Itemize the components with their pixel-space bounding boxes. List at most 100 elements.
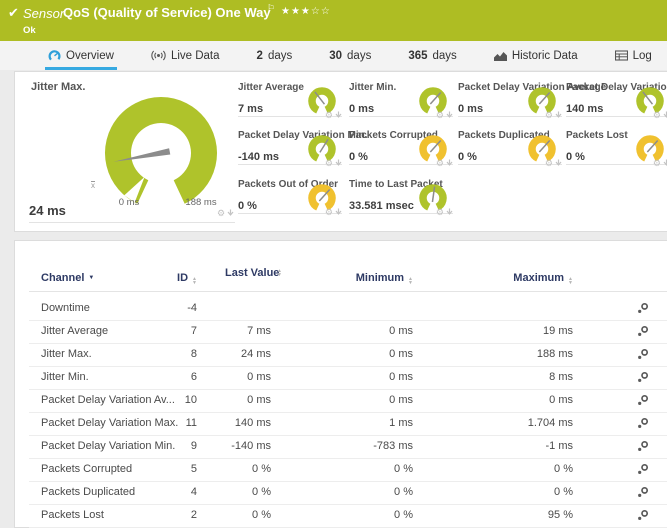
tab-overview[interactable]: Overview: [45, 41, 117, 70]
channel-settings-icon[interactable]: [637, 394, 649, 406]
column-header-minimum[interactable]: Minimum: [273, 265, 413, 291]
tile-actions: ⚙: [436, 208, 453, 216]
cell-id: 5: [137, 458, 197, 481]
cell-last-value: -140 ms: [199, 435, 271, 458]
channel-settings-icon[interactable]: [637, 486, 649, 498]
pin-icon[interactable]: [335, 111, 342, 119]
cell-minimum: 0 %: [273, 481, 413, 504]
gear-icon[interactable]: ⚙: [436, 208, 444, 216]
gear-icon[interactable]: ⚙: [653, 111, 661, 119]
gear-icon[interactable]: ⚙: [545, 159, 553, 167]
tile-actions: ⚙: [436, 111, 453, 119]
tab-label: Overview: [66, 50, 114, 62]
pin-icon[interactable]: [555, 159, 562, 167]
cell-id: 2: [137, 504, 197, 527]
table-row-packet-delay-variation-min: Packet Delay Variation Min.9-140 ms-783 …: [29, 435, 667, 459]
gauge-value: 7 ms: [238, 103, 263, 115]
divider: [29, 222, 235, 223]
cell-actions: [629, 389, 657, 412]
tab-label: Historic Data: [512, 50, 578, 62]
broadcast-icon: [151, 50, 166, 61]
tile-actions: ⚙: [653, 111, 667, 119]
gauge-value: 0 %: [349, 151, 368, 163]
cell-actions: [629, 366, 657, 389]
gauge-tile-packet-delay-variation-max: Packet Delay Variation Max.140 ms⚙: [566, 84, 667, 117]
gear-icon[interactable]: ⚙: [325, 159, 333, 167]
pin-icon[interactable]: [335, 159, 342, 167]
tab-log[interactable]: Log: [612, 41, 655, 70]
channel-settings-icon[interactable]: [637, 302, 649, 314]
tab-365-days[interactable]: 365 days: [405, 41, 459, 70]
gauge-label: Packets Lost: [566, 130, 628, 141]
stars-filled[interactable]: ★★★: [281, 6, 311, 17]
cell-actions: [629, 458, 657, 481]
tab-live-data[interactable]: Live Data: [148, 41, 223, 70]
cell-last-value: 0 ms: [199, 366, 271, 389]
table-row-jitter-max: Jitter Max.824 ms0 ms188 ms: [29, 343, 667, 367]
pin-icon[interactable]: [227, 209, 234, 217]
cell-minimum: 1 ms: [273, 412, 413, 435]
stars-empty[interactable]: ☆☆: [311, 6, 331, 17]
tile-actions: ⚙: [217, 209, 234, 217]
gear-icon[interactable]: ⚙: [653, 159, 661, 167]
gauge-value: 0 %: [566, 151, 585, 163]
gauge-value: 0 ms: [458, 103, 483, 115]
cell-maximum: 0 %: [413, 458, 573, 481]
pin-icon[interactable]: [446, 208, 453, 216]
tab-label: days: [268, 50, 292, 62]
table-row-downtime: Downtime-4: [29, 297, 667, 321]
tab-number: 30: [329, 50, 342, 62]
cell-last-value: 24 ms: [199, 343, 271, 366]
pin-icon[interactable]: [555, 111, 562, 119]
cell-channel: Packets Corrupted: [41, 458, 132, 481]
gauge-tile-packet-delay-variation-min: Packet Delay Variation Min.-140 ms⚙: [238, 132, 342, 165]
tab-2-days[interactable]: 2 days: [254, 41, 296, 70]
tile-actions: ⚙: [325, 111, 342, 119]
channel-settings-icon[interactable]: [637, 440, 649, 452]
cell-maximum: 19 ms: [413, 320, 573, 343]
cell-maximum: 1.704 ms: [413, 412, 573, 435]
cell-id: 11: [137, 412, 197, 435]
cell-id: 8: [137, 343, 197, 366]
tile-actions: ⚙: [545, 159, 562, 167]
column-header-maximum[interactable]: Maximum: [413, 265, 573, 291]
tile-actions: ⚙: [325, 208, 342, 216]
cell-id: 7: [137, 320, 197, 343]
cell-channel: Jitter Max.: [41, 343, 92, 366]
tab-30-days[interactable]: 30 days: [326, 41, 374, 70]
column-header-channel[interactable]: Channel▼: [41, 265, 94, 291]
column-header-id[interactable]: ID: [137, 265, 197, 291]
gear-icon[interactable]: ⚙: [325, 111, 333, 119]
tile-actions: ⚙: [436, 159, 453, 167]
gauge-tile-packets-lost: Packets Lost 0 % ⚙: [566, 132, 667, 165]
pin-icon[interactable]: [663, 159, 667, 167]
gear-icon[interactable]: ⚙: [545, 111, 553, 119]
gear-icon[interactable]: ⚙: [436, 111, 444, 119]
cell-minimum: 0 %: [273, 458, 413, 481]
channel-settings-icon[interactable]: [637, 509, 649, 521]
flag-icon[interactable]: ⚐: [267, 3, 275, 14]
tab-historic-data[interactable]: Historic Data: [491, 41, 581, 70]
tab-bar: Overview Live Data 2 days 30 days 365 da…: [0, 41, 667, 70]
channel-settings-icon[interactable]: [637, 463, 649, 475]
pin-icon[interactable]: [663, 111, 667, 119]
gear-icon[interactable]: ⚙: [325, 208, 333, 216]
gauge-tile-packets-corrupted: Packets Corrupted0 %⚙: [349, 132, 453, 165]
column-header-last-value[interactable]: Last Value: [225, 267, 271, 279]
channel-settings-icon[interactable]: [637, 371, 649, 383]
sensor-kind-label: Sensor: [23, 6, 64, 21]
table-header-row: Channel▼ ID Last Value Minimum Maximum: [29, 265, 667, 292]
cell-minimum: 0 %: [273, 504, 413, 527]
channel-settings-icon[interactable]: [637, 325, 649, 337]
table-row-jitter-average: Jitter Average77 ms0 ms19 ms: [29, 320, 667, 344]
pin-icon[interactable]: [335, 208, 342, 216]
cell-last-value: 140 ms: [199, 412, 271, 435]
priority-stars[interactable]: ★★★☆☆: [281, 6, 331, 17]
sensor-status-text: Ok: [23, 25, 36, 36]
gear-icon[interactable]: ⚙: [217, 209, 225, 217]
gear-icon[interactable]: ⚙: [436, 159, 444, 167]
pin-icon[interactable]: [446, 159, 453, 167]
pin-icon[interactable]: [446, 111, 453, 119]
channel-settings-icon[interactable]: [637, 417, 649, 429]
channel-settings-icon[interactable]: [637, 348, 649, 360]
